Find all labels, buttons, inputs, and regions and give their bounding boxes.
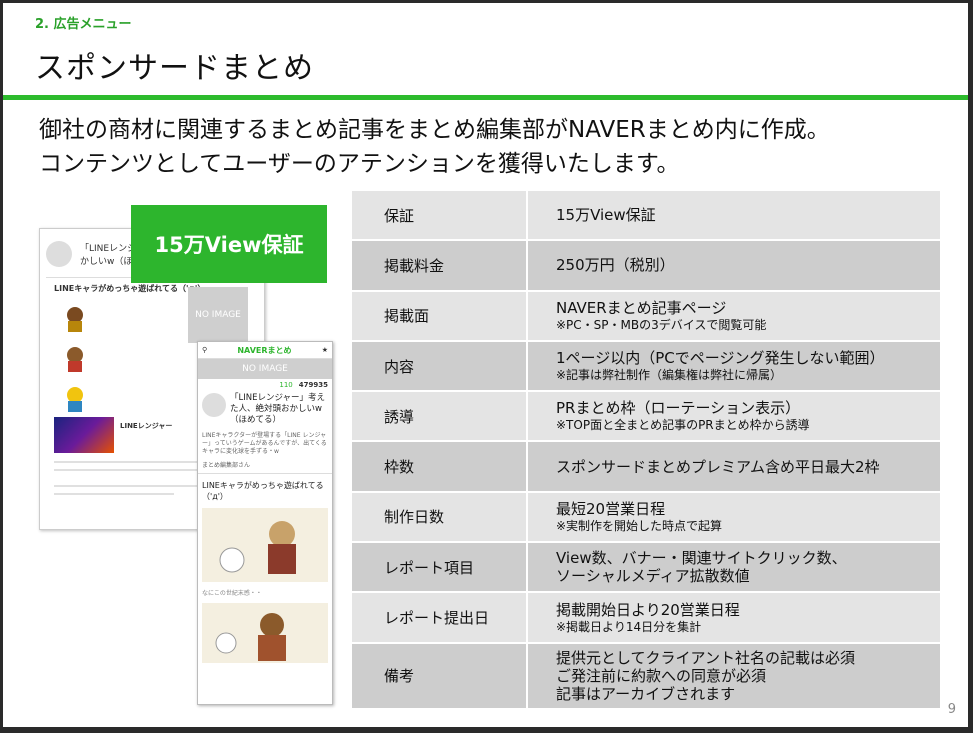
text-line (54, 469, 214, 471)
value-text: 250万円（税別） (556, 256, 675, 275)
table-row: 内容 1ページ以内（PCでページング発生しない範囲） ※記事は弊社制作（編集権は… (352, 341, 940, 393)
table-row: 掲載料金 250万円（税別） (352, 241, 940, 292)
value-text: ソーシャルメディア拡散数値 (556, 567, 750, 586)
value-text: 1ページ以内（PCでページング発生しない範囲） (556, 349, 885, 368)
naver-logo: NAVERまとめ (237, 345, 292, 355)
value-text: スポンサードまとめプレミアム含め平日最大2枠 (556, 457, 880, 476)
value-text: 掲載開始日より20営業日程 (556, 600, 740, 619)
page-number: 9 (947, 702, 956, 717)
character-image-1 (202, 508, 328, 582)
view-guarantee-badge: 15万View保証 (131, 205, 327, 283)
table-row: レポート提出日 掲載開始日より20営業日程 ※掲載日より14日分を集計 (352, 593, 940, 644)
value-note: ※掲載日より14日分を集計 (556, 619, 702, 634)
lead-line-2: コンテンツとしてユーザーのアテンションを獲得いたします。 (39, 151, 680, 177)
value-note: ※記事は弊社制作（編集権は弊社に帰属） (556, 368, 783, 383)
section-label: 2. 広告メニュー (35, 17, 132, 32)
character-image (60, 345, 90, 373)
search-icon[interactable]: ⚲ (202, 346, 207, 354)
image-caption: なにこの世紀末感・・ (202, 590, 262, 597)
value-note: ※実制作を開始した時点で起算 (556, 518, 723, 533)
no-image-banner: NO IMAGE (198, 359, 332, 379)
value-text: View数、バナー・関連サイトクリック数、 (556, 549, 847, 568)
stats-bar: 110 479935 (198, 379, 332, 391)
game-banner-image (54, 417, 114, 453)
lead-line-1: 御社の商材に関連するまとめ記事をまとめ編集部がNAVERまとめ内に作成。 (39, 117, 830, 143)
row-label: 制作日数 (352, 492, 528, 542)
row-value: 掲載開始日より20営業日程 ※掲載日より14日分を集計 (528, 593, 940, 641)
star-icon[interactable]: ★ (322, 346, 328, 354)
value-text: 最短20営業日程 (556, 499, 666, 518)
row-label: 内容 (352, 341, 528, 391)
text-line (54, 461, 204, 463)
sp-header: ⚲ NAVERまとめ ★ (198, 342, 332, 359)
row-label: レポート提出日 (352, 593, 528, 642)
character-image-2 (202, 603, 328, 663)
character-image (60, 385, 90, 413)
row-label: 掲載料金 (352, 241, 528, 290)
row-value: PRまとめ枠（ローテーション表示） ※TOP面と全まとめ記事のPRまとめ枠から誘… (528, 392, 940, 440)
sp-article-title: 「LINEレンジャー」考えた人、絶対頭おかしいw（ほめてる） (230, 393, 326, 425)
no-image-placeholder: NO IMAGE (188, 287, 248, 343)
value-text: 15万View保証 (556, 206, 656, 225)
sp-article-screenshot: ⚲ NAVERまとめ ★ NO IMAGE 110 479935 「LINEレン… (197, 341, 333, 705)
sp-article-desc: LINEキャラクターが登場する「LINE レンジャー」っていうゲームがあるんです… (202, 432, 327, 455)
slide-title: スポンサードまとめ (35, 51, 314, 86)
sp-article-heading: LINEキャラがめっちゃ遊ばれてる（'д'） (202, 481, 324, 501)
value-text: 記事はアーカイブされます (556, 684, 736, 703)
views-count: 479935 (298, 381, 328, 389)
row-value: 提供元としてクライアント社名の記載は必須 ご発注前に約款への同意が必須 記事はア… (528, 644, 940, 708)
table-row: 備考 提供元としてクライアント社名の記載は必須 ご発注前に約款への同意が必須 記… (352, 643, 940, 710)
text-line (54, 485, 204, 487)
likes-count: 110 (279, 381, 293, 389)
value-text: ご発注前に約款への同意が必須 (556, 666, 767, 685)
row-label: 誘導 (352, 392, 528, 441)
value-note: ※PC・SP・MBの3デバイスで閲覧可能 (556, 317, 767, 332)
row-value: 250万円（税別） (528, 241, 940, 289)
avatar (46, 241, 72, 267)
value-text: PRまとめ枠（ローテーション表示） (556, 399, 801, 418)
lead-text: 御社の商材に関連するまとめ記事をまとめ編集部がNAVERまとめ内に作成。 コンテ… (39, 113, 830, 181)
row-label: 掲載面 (352, 291, 528, 340)
value-note: ※TOP面と全まとめ記事のPRまとめ枠から誘導 (556, 418, 810, 433)
row-value: 1ページ以内（PCでページング発生しない範囲） ※記事は弊社制作（編集権は弊社に… (528, 342, 940, 390)
row-value: スポンサードまとめプレミアム含め平日最大2枠 (528, 442, 940, 490)
sp-article-title-block: 「LINEレンジャー」考えた人、絶対頭おかしいw（ほめてる） (198, 391, 332, 428)
row-value: 15万View保証 (528, 191, 940, 239)
value-text: NAVERまとめ記事ページ (556, 298, 727, 317)
row-value: View数、バナー・関連サイトクリック数、 ソーシャルメディア拡散数値 (528, 543, 940, 591)
divider (198, 473, 332, 474)
row-label: 備考 (352, 643, 528, 708)
menu-spec-table: 保証 15万View保証 掲載料金 250万円（税別） 掲載面 NAVERまとめ… (352, 191, 940, 710)
pc-article-heading: LINEキャラがめっちゃ遊ばれてる（'д'） (54, 284, 206, 293)
table-row: レポート項目 View数、バナー・関連サイトクリック数、 ソーシャルメディア拡散… (352, 543, 940, 594)
table-row: 誘導 PRまとめ枠（ローテーション表示） ※TOP面と全まとめ記事のPRまとめ枠… (352, 392, 940, 443)
text-line (54, 493, 174, 495)
editor-name: まとめ編集部さん (202, 462, 251, 469)
avatar (202, 393, 226, 417)
value-text: 提供元としてクライアント社名の記載は必須 (556, 648, 855, 667)
table-row: 保証 15万View保証 (352, 191, 940, 242)
slide: 2. 広告メニュー スポンサードまとめ 御社の商材に関連するまとめ記事をまとめ編… (3, 3, 968, 727)
table-row: 掲載面 NAVERまとめ記事ページ ※PC・SP・MBの3デバイスで閲覧可能 (352, 291, 940, 342)
row-value: 最短20営業日程 ※実制作を開始した時点で起算 (528, 493, 940, 541)
row-value: NAVERまとめ記事ページ ※PC・SP・MBの3デバイスで閲覧可能 (528, 292, 940, 340)
table-row: 制作日数 最短20営業日程 ※実制作を開始した時点で起算 (352, 492, 940, 544)
line-ranger-label: LINEレンジャー (120, 422, 173, 430)
character-image (60, 305, 90, 333)
row-label: レポート項目 (352, 543, 528, 592)
row-label: 保証 (352, 191, 528, 240)
title-divider (3, 95, 968, 100)
table-row: 枠数 スポンサードまとめプレミアム含め平日最大2枠 (352, 442, 940, 493)
row-label: 枠数 (352, 442, 528, 491)
